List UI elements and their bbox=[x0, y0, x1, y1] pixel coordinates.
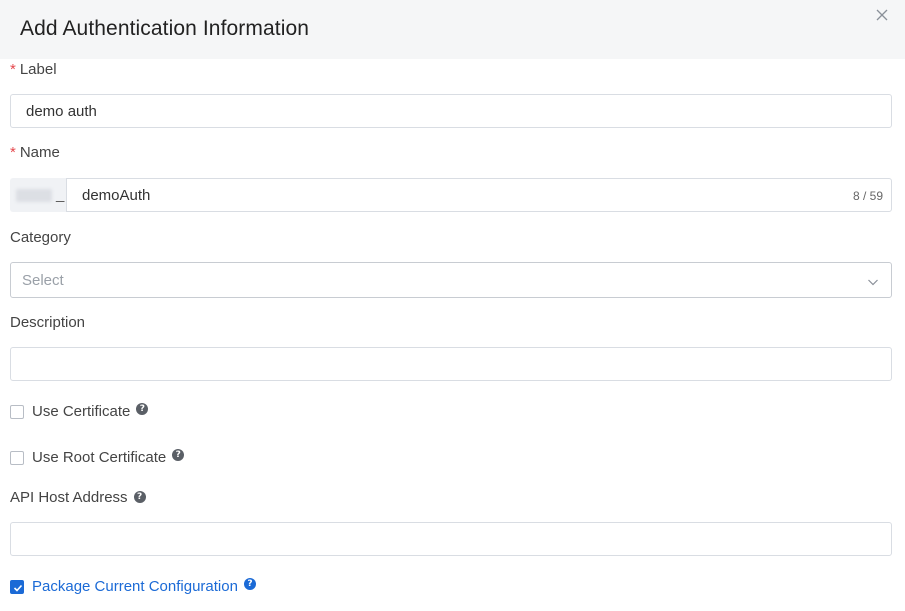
question-circle-icon[interactable]: ? bbox=[243, 578, 256, 590]
category-select[interactable]: Select bbox=[10, 262, 892, 298]
name-char-counter: 8 / 59 bbox=[852, 189, 883, 203]
close-button[interactable] bbox=[874, 7, 890, 23]
package-config-row[interactable]: Package Current Configuration ? bbox=[10, 578, 256, 596]
name-input-value: demoAuth bbox=[82, 187, 151, 204]
category-select-placeholder: Select bbox=[22, 272, 64, 289]
package-config-label[interactable]: Package Current Configuration bbox=[32, 578, 238, 596]
label-field-label: * Label bbox=[10, 61, 57, 79]
question-circle-icon[interactable]: ? bbox=[172, 449, 185, 461]
chevron-down-icon bbox=[867, 275, 879, 287]
use-root-certificate-checkbox[interactable] bbox=[10, 451, 24, 465]
name-field-label-text: Name bbox=[19, 144, 60, 161]
label-input-value: demo auth bbox=[26, 103, 97, 120]
dialog-title: Add Authentication Information bbox=[20, 17, 310, 40]
name-prefix: _ bbox=[10, 178, 67, 212]
description-input[interactable] bbox=[10, 347, 892, 381]
required-mark: * bbox=[10, 144, 16, 161]
required-mark: * bbox=[10, 61, 16, 78]
use-certificate-row[interactable]: Use Certificate ? bbox=[10, 403, 149, 421]
package-config-checkbox[interactable] bbox=[10, 580, 24, 594]
api-host-field-label-text: API Host Address bbox=[10, 489, 128, 506]
question-circle-icon[interactable]: ? bbox=[133, 491, 146, 503]
api-host-field-label: API Host Address? bbox=[10, 489, 146, 507]
label-field-label-text: Label bbox=[19, 61, 57, 78]
question-circle-icon[interactable]: ? bbox=[136, 403, 149, 415]
use-root-certificate-row[interactable]: Use Root Certificate ? bbox=[10, 449, 185, 467]
name-input[interactable]: demoAuth 8 / 59 bbox=[66, 178, 892, 212]
use-certificate-label[interactable]: Use Certificate bbox=[32, 403, 130, 421]
name-field-label: * Name bbox=[10, 144, 60, 162]
category-field-label: Category bbox=[10, 229, 71, 246]
dialog-header: Add Authentication Information bbox=[0, 0, 905, 59]
name-prefix-redacted bbox=[16, 189, 52, 202]
name-prefix-separator: _ bbox=[56, 186, 65, 203]
close-icon bbox=[874, 7, 890, 23]
label-input[interactable]: demo auth bbox=[10, 94, 892, 128]
check-icon bbox=[13, 584, 23, 592]
use-root-certificate-label[interactable]: Use Root Certificate bbox=[32, 449, 166, 467]
use-certificate-checkbox[interactable] bbox=[10, 405, 24, 419]
api-host-input[interactable] bbox=[10, 522, 892, 556]
description-field-label: Description bbox=[10, 314, 86, 331]
